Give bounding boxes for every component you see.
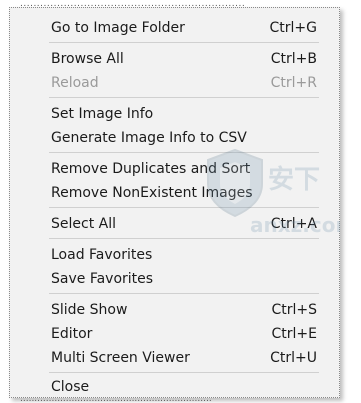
menu-item-label: Select All bbox=[51, 216, 116, 232]
context-menu: Go to Image Folder Ctrl+G Browse All Ctr… bbox=[9, 7, 340, 398]
menu-item-shortcut: Ctrl+S bbox=[271, 302, 317, 318]
menu-item-label: Editor bbox=[51, 326, 93, 342]
menu-item-shortcut: Ctrl+G bbox=[269, 20, 318, 36]
menu-item-label: Remove NonExistent Images bbox=[51, 185, 253, 201]
menu-item-load-favorites[interactable]: Load Favorites bbox=[10, 243, 339, 267]
menu-item-shortcut: Ctrl+A bbox=[270, 216, 317, 232]
menu-item-slide-show[interactable]: Slide Show Ctrl+S bbox=[10, 298, 339, 322]
menu-item-shortcut: Ctrl+E bbox=[271, 326, 318, 342]
menu-item-label: Multi Screen Viewer bbox=[51, 350, 190, 366]
menu-item-label: Slide Show bbox=[51, 302, 128, 318]
menu-separator bbox=[49, 207, 319, 208]
menu-item-shortcut: Ctrl+U bbox=[270, 350, 317, 366]
menu-item-label: Browse All bbox=[51, 51, 124, 67]
menu-separator bbox=[49, 97, 319, 98]
menu-separator bbox=[49, 372, 319, 373]
menu-item-set-image-info[interactable]: Set Image Info bbox=[10, 102, 339, 126]
menu-item-label: Remove Duplicates and Sort bbox=[51, 161, 251, 177]
menu-item-generate-image-info-csv[interactable]: Generate Image Info to CSV bbox=[10, 126, 339, 150]
menu-item-shortcut: Ctrl+B bbox=[270, 51, 317, 67]
menu-separator bbox=[49, 293, 319, 294]
menu-separator bbox=[49, 42, 319, 43]
menu-item-reload: Reload Ctrl+R bbox=[10, 71, 339, 95]
menu-item-remove-duplicates-sort[interactable]: Remove Duplicates and Sort bbox=[10, 157, 339, 181]
menu-item-multi-screen-viewer[interactable]: Multi Screen Viewer Ctrl+U bbox=[10, 346, 339, 370]
menu-item-label: Generate Image Info to CSV bbox=[51, 130, 247, 146]
menu-item-remove-nonexistent-images[interactable]: Remove NonExistent Images bbox=[10, 181, 339, 205]
menu-item-label: Go to Image Folder bbox=[51, 20, 185, 36]
menu-item-label: Reload bbox=[51, 75, 99, 91]
menu-item-browse-all[interactable]: Browse All Ctrl+B bbox=[10, 47, 339, 71]
menu-item-editor[interactable]: Editor Ctrl+E bbox=[10, 322, 339, 346]
background-window-text-bottom: ........................................… bbox=[20, 395, 212, 403]
menu-item-shortcut: Ctrl+R bbox=[270, 75, 317, 91]
menu-separator bbox=[49, 238, 319, 239]
menu-item-label: Set Image Info bbox=[51, 106, 154, 122]
menu-item-label: Load Favorites bbox=[51, 247, 153, 263]
menu-item-save-favorites[interactable]: Save Favorites bbox=[10, 267, 339, 291]
menu-item-go-to-image-folder[interactable]: Go to Image Folder Ctrl+G bbox=[10, 16, 339, 40]
menu-item-select-all[interactable]: Select All Ctrl+A bbox=[10, 212, 339, 236]
menu-item-label: Save Favorites bbox=[51, 271, 154, 287]
menu-separator bbox=[49, 152, 319, 153]
menu-item-label: Close bbox=[51, 379, 90, 395]
